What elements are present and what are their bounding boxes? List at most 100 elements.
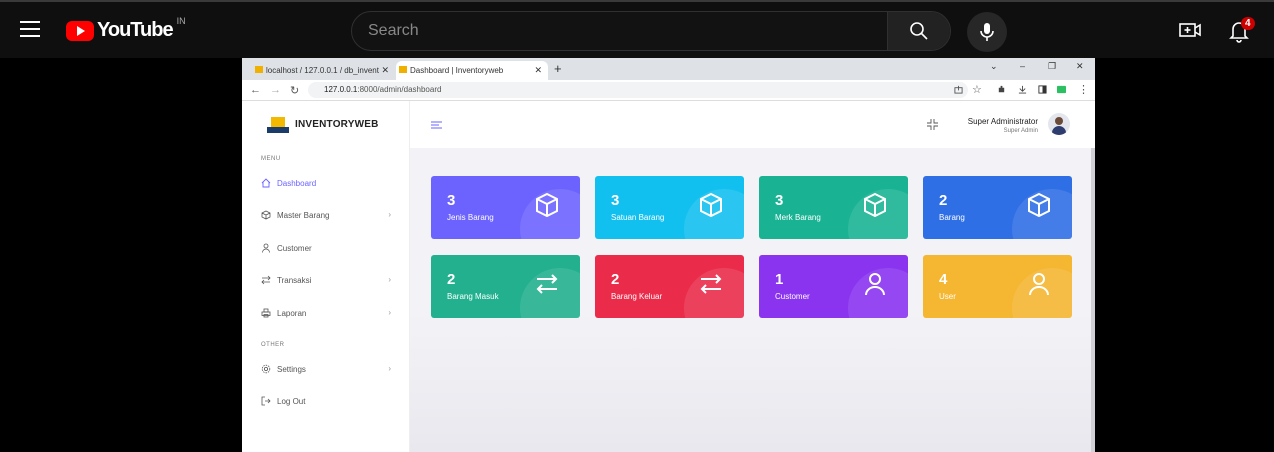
download-icon[interactable] [1018,85,1027,94]
scrollbar[interactable] [1091,148,1095,452]
chevron-right-icon: › [388,364,391,373]
stat-label: Barang Keluar [611,292,663,301]
box-icon [864,192,886,218]
stat-label: User [939,292,956,301]
stat-card-satuan-barang[interactable]: 3 Satuan Barang [595,176,744,239]
sidebar-item-label: Master Barang [277,210,330,220]
close-tab-icon[interactable]: ✕ [534,65,542,76]
user-name[interactable]: Super Administrator [968,117,1038,126]
box-icon [261,210,271,220]
stat-card-barang-masuk[interactable]: 2 Barang Masuk [431,255,580,318]
sidebar-item-label: Settings [277,364,306,374]
stat-value: 2 [611,271,620,288]
sidebar-item-customer[interactable]: Customer [261,241,391,255]
url-host: 127.0.0.1 [324,85,358,94]
extensions-icon[interactable] [997,85,1006,94]
brand-logo-icon [267,115,289,133]
create-video-button[interactable] [1178,19,1202,46]
tab-strip: localhost / 127.0.0.1 / db_invent ✕ Dash… [242,58,1095,80]
sidebar-item-label: Customer [277,243,312,253]
user-role: Super Admin [1003,128,1038,134]
youtube-logo[interactable]: YouTube IN [66,16,186,42]
youtube-logo-text: YouTube [97,19,174,41]
stat-card-merk-barang[interactable]: 3 Merk Barang [759,176,908,239]
stat-value: 2 [447,271,456,288]
hamburger-menu-icon[interactable] [20,21,40,37]
stat-value: 3 [611,192,620,209]
forward-icon[interactable]: → [270,84,281,96]
close-window-icon[interactable]: ✕ [1076,61,1084,72]
reload-icon[interactable]: ↻ [290,84,299,97]
box-icon [1028,192,1050,218]
swap-icon [700,274,722,294]
chevron-right-icon: › [388,275,391,284]
tab-title: localhost / 127.0.0.1 / db_invent [266,66,379,75]
sidebar: INVENTORYWEB MENU Dashboard Master Baran… [242,101,410,452]
sidebar-toggle-icon[interactable] [431,121,443,129]
swap-icon [536,274,558,294]
sidebar-item-settings[interactable]: Settings › [261,362,391,376]
close-tab-icon[interactable]: ✕ [381,65,389,76]
restore-icon[interactable]: ❐ [1048,61,1056,72]
search-box [351,11,951,51]
sidebar-item-label: Laporan [277,308,307,318]
sidebar-item-label: Dashboard [277,178,317,188]
user-icon [1029,273,1049,296]
stat-label: Barang Masuk [447,292,499,301]
microphone-icon [980,23,994,41]
tab-dashboard[interactable]: Dashboard | Inventoryweb ✕ [396,61,548,80]
stat-card-jenis-barang[interactable]: 3 Jenis Barang [431,176,580,239]
more-options-icon[interactable]: ⋮ [1078,83,1089,96]
back-icon[interactable]: ← [250,84,261,96]
stat-card-barang-keluar[interactable]: 2 Barang Keluar [595,255,744,318]
new-tab-icon[interactable]: + [554,61,562,76]
address-bar[interactable]: 127.0.0.1:8000/admin/dashboard [308,82,968,98]
stat-label: Customer [775,292,810,301]
tab-phpmyadmin[interactable]: localhost / 127.0.0.1 / db_invent ✕ [252,61,395,80]
bookmark-star-icon[interactable]: ☆ [972,83,982,96]
stat-card-barang[interactable]: 2 Barang [923,176,1072,239]
compress-icon[interactable] [927,119,938,130]
sidebar-item-laporan[interactable]: Laporan › [261,306,391,320]
search-button[interactable] [887,12,950,50]
sidebar-item-logout[interactable]: Log Out [261,394,391,408]
tab-search-icon[interactable]: ⌄ [990,61,998,72]
minimize-icon[interactable]: – [1020,61,1025,71]
logout-icon [261,396,271,406]
brand[interactable]: INVENTORYWEB [267,115,379,133]
address-bar-row: ← → ↻ 127.0.0.1:8000/admin/dashboard ☆ ⋮ [242,80,1095,101]
stat-label: Barang [939,213,965,222]
user-icon [865,273,885,296]
sidebar-item-transaksi[interactable]: Transaksi › [261,273,391,287]
box-icon [700,192,722,218]
voice-search-button[interactable] [967,12,1007,52]
stat-label: Satuan Barang [611,213,665,222]
side-panel-icon[interactable] [1038,85,1047,94]
tab-title: Dashboard | Inventoryweb [410,66,504,75]
share-icon[interactable] [954,85,963,94]
notification-count-badge: 4 [1241,17,1255,30]
topbar: Super Administrator Super Admin [410,101,1095,148]
home-icon [261,178,271,188]
swap-icon [261,275,271,285]
stat-card-customer[interactable]: 1 Customer [759,255,908,318]
sidebar-item-label: Log Out [277,396,306,406]
sidebar-item-label: Transaksi [277,275,312,285]
stat-card-user[interactable]: 4 User [923,255,1072,318]
url-path: :8000/admin/dashboard [357,85,442,94]
green-extension-icon[interactable] [1057,85,1066,94]
search-icon [910,22,928,40]
youtube-header: YouTube IN 4 [0,0,1274,58]
gear-icon [261,364,271,374]
sidebar-item-master-barang[interactable]: Master Barang › [261,208,391,222]
other-section-label: OTHER [261,342,285,348]
brand-name: INVENTORYWEB [295,118,379,130]
sidebar-item-dashboard[interactable]: Dashboard [261,176,391,190]
stat-value: 1 [775,271,784,288]
printer-icon [261,308,271,318]
search-input[interactable] [352,12,888,50]
box-icon [536,192,558,218]
inventory-favicon-icon [399,66,407,73]
avatar[interactable] [1048,113,1070,135]
phpmyadmin-favicon-icon [255,66,263,73]
